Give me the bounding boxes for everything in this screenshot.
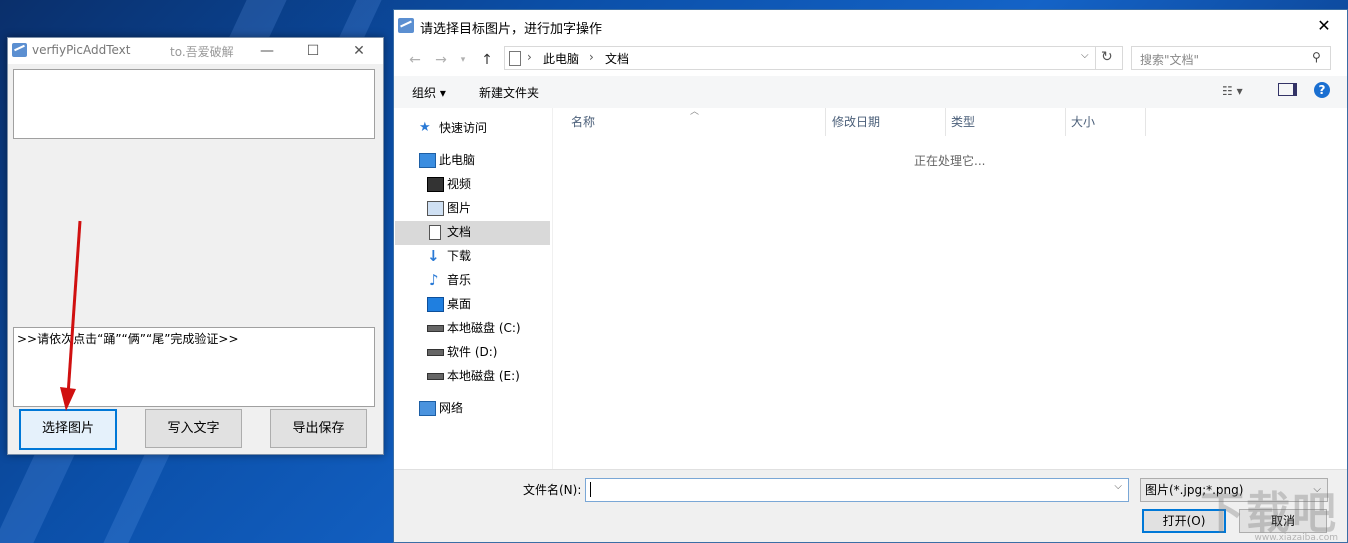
download-icon: ↓: [427, 247, 440, 265]
drive-icon: [427, 349, 444, 356]
search-placeholder: 搜索"文档": [1140, 53, 1200, 67]
breadcrumb-separator-icon: ›: [589, 50, 594, 64]
video-icon: [427, 177, 444, 192]
column-date[interactable]: 修改日期: [832, 108, 880, 136]
nav-network[interactable]: 网络: [419, 396, 463, 420]
nav-selection-highlight: [395, 221, 550, 245]
document-folder-icon: [509, 51, 521, 66]
drive-icon: [427, 325, 444, 332]
music-icon: ♪: [429, 271, 439, 289]
write-text-button[interactable]: 写入文字: [145, 409, 242, 448]
image-path-box[interactable]: [13, 69, 375, 139]
annotation-arrow: [60, 220, 82, 411]
column-divider: [1065, 108, 1066, 136]
chevron-down-icon[interactable]: ⌵: [1081, 50, 1089, 61]
star-icon: ★: [419, 120, 431, 135]
app-titlebar: verfiyPicAddText to.吾爱破解 — ☐ ✕: [8, 38, 383, 64]
recent-dropdown-icon[interactable]: ▾: [452, 49, 474, 71]
nav-label: 桌面: [447, 297, 472, 311]
nav-label: 文档: [447, 225, 472, 239]
app-icon: [12, 43, 27, 57]
column-divider: [1145, 108, 1146, 136]
search-input[interactable]: 搜索"文档" ⚲: [1131, 46, 1331, 70]
divider: [1095, 47, 1096, 69]
nav-label: 本地磁盘 (C:): [447, 321, 521, 335]
app-title: verfiyPicAddText: [32, 43, 131, 57]
desktop-icon: [427, 297, 444, 312]
nav-item-pictures[interactable]: 图片: [427, 196, 471, 220]
filename-label: 文件名(N):: [523, 483, 582, 497]
sort-ascending-icon: ︿: [690, 107, 700, 117]
nav-label: 音乐: [447, 273, 472, 287]
nav-this-pc[interactable]: 此电脑: [419, 148, 475, 172]
export-save-button[interactable]: 导出保存: [270, 409, 367, 448]
breadcrumb-separator-icon: ›: [527, 50, 532, 64]
dialog-title: 请选择目标图片，进行加字操作: [420, 22, 603, 37]
chevron-down-icon[interactable]: ⌵: [1114, 481, 1122, 492]
nav-item-videos[interactable]: 视频: [427, 172, 471, 196]
text-cursor: [590, 482, 591, 497]
nav-label: 图片: [447, 201, 472, 215]
nav-label: 快速访问: [439, 121, 488, 135]
column-size[interactable]: 大小: [1071, 108, 1095, 136]
nav-label: 此电脑: [439, 153, 476, 167]
column-divider: [945, 108, 946, 136]
loading-status: 正在处理它...: [914, 154, 986, 168]
nav-item-documents[interactable]: 文档: [427, 220, 471, 244]
dialog-close-button[interactable]: ✕: [1301, 10, 1347, 42]
nav-label: 视频: [447, 177, 472, 191]
nav-item-music[interactable]: ♪ 音乐: [427, 268, 471, 292]
view-options-icon[interactable]: ☷ ▾: [1222, 84, 1243, 98]
open-file-dialog: 请选择目标图片，进行加字操作 ✕ ← → ▾ ↑ › 此电脑 › 文档 ⌵ ↻ …: [393, 9, 1348, 543]
up-icon[interactable]: ↑: [476, 49, 498, 71]
address-bar[interactable]: › 此电脑 › 文档 ⌵ ↻: [504, 46, 1123, 70]
forward-icon[interactable]: →: [430, 49, 452, 71]
close-button[interactable]: ✕: [336, 38, 382, 64]
nav-label: 本地磁盘 (E:): [447, 369, 520, 383]
dialog-titlebar: 请选择目标图片，进行加字操作 ✕: [394, 10, 1347, 42]
refresh-icon[interactable]: ↻: [1101, 49, 1113, 65]
pane-divider: [552, 108, 553, 472]
nav-item-downloads[interactable]: ↓ 下载: [427, 244, 471, 268]
new-folder-button[interactable]: 新建文件夹: [479, 84, 539, 101]
network-icon: [419, 401, 436, 416]
maximize-button[interactable]: ☐: [290, 38, 336, 64]
nav-item-drive-d[interactable]: 软件 (D:): [427, 340, 497, 364]
nav-label: 网络: [439, 401, 464, 415]
search-icon: ⚲: [1312, 50, 1321, 64]
drive-icon: [427, 373, 444, 380]
breadcrumb-this-pc[interactable]: 此电脑: [543, 50, 579, 67]
help-icon[interactable]: ?: [1314, 82, 1330, 98]
navigation-pane: ★ 快速访问 此电脑 视频 图片 文档 ↓ 下载 ♪ 音乐 桌面 本地磁盘 (C…: [394, 108, 552, 472]
filename-input[interactable]: ⌵: [585, 478, 1129, 502]
select-image-button[interactable]: 选择图片: [19, 409, 117, 450]
column-divider: [825, 108, 826, 136]
app-subtitle: to.吾爱破解: [170, 45, 234, 59]
dialog-icon: [398, 18, 414, 33]
column-type[interactable]: 类型: [951, 108, 975, 136]
nav-label: 下载: [447, 249, 472, 263]
nav-item-drive-c[interactable]: 本地磁盘 (C:): [427, 316, 521, 340]
back-icon[interactable]: ←: [404, 49, 426, 71]
document-icon: [429, 225, 441, 240]
computer-icon: [419, 153, 436, 168]
nav-item-drive-e[interactable]: 本地磁盘 (E:): [427, 364, 520, 388]
site-watermark-url: www.xiazaiba.com: [1254, 533, 1338, 543]
organize-menu[interactable]: 组织 ▾: [412, 84, 446, 101]
nav-item-desktop[interactable]: 桌面: [427, 292, 471, 316]
minimize-button[interactable]: —: [244, 38, 290, 64]
nav-label: 软件 (D:): [447, 345, 498, 359]
nav-quick-access[interactable]: ★ 快速访问: [419, 116, 487, 140]
breadcrumb-documents[interactable]: 文档: [605, 50, 629, 67]
site-watermark: 下载吧: [1200, 488, 1338, 539]
column-name[interactable]: 名称: [571, 108, 595, 136]
pictures-icon: [427, 201, 444, 216]
command-bar: 组织 ▾ 新建文件夹 ☷ ▾ ?: [394, 76, 1347, 108]
preview-pane-icon[interactable]: [1278, 83, 1297, 96]
